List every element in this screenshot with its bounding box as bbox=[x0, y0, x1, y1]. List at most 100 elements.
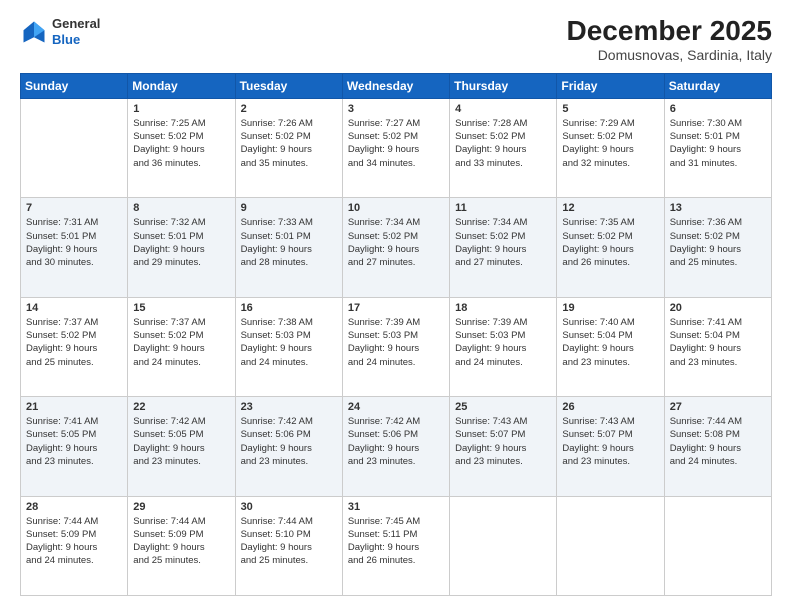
day-number: 29 bbox=[133, 501, 229, 513]
calendar-cell bbox=[557, 496, 664, 595]
calendar-header-row: SundayMondayTuesdayWednesdayThursdayFrid… bbox=[21, 73, 772, 98]
calendar-week-row: 28Sunrise: 7:44 AM Sunset: 5:09 PM Dayli… bbox=[21, 496, 772, 595]
calendar-cell: 27 Sunrise: 7:44 AM Sunset: 5:08 PM Dayli… bbox=[664, 397, 771, 496]
day-info: Sunrise: 7:29 AM Sunset: 5:02 PM Dayligh… bbox=[562, 117, 658, 170]
calendar-cell: 16Sunrise: 7:38 AM Sunset: 5:03 PM Dayli… bbox=[235, 297, 342, 396]
day-number: 3 bbox=[348, 103, 444, 115]
logo-icon bbox=[20, 18, 48, 46]
calendar-cell: 22 Sunrise: 7:42 AM Sunset: 5:05 PM Dayli… bbox=[128, 397, 235, 496]
day-number: 13 bbox=[670, 202, 766, 214]
day-info: Sunrise: 7:42 AM Sunset: 5:06 PM Dayligh… bbox=[348, 415, 444, 468]
col-header-sunday: Sunday bbox=[21, 73, 128, 98]
calendar-cell: 31 Sunrise: 7:45 AM Sunset: 5:11 PM Dayli… bbox=[342, 496, 449, 595]
day-number: 11 bbox=[455, 202, 551, 214]
day-info: Sunrise: 7:44 AM Sunset: 5:08 PM Dayligh… bbox=[670, 415, 766, 468]
col-header-monday: Monday bbox=[128, 73, 235, 98]
day-info: Sunrise: 7:41 AM Sunset: 5:05 PM Dayligh… bbox=[26, 415, 122, 468]
day-number: 19 bbox=[562, 302, 658, 314]
day-info: Sunrise: 7:34 AM Sunset: 5:02 PM Dayligh… bbox=[348, 216, 444, 269]
day-info: Sunrise: 7:43 AM Sunset: 5:07 PM Dayligh… bbox=[562, 415, 658, 468]
day-info: Sunrise: 7:31 AM Sunset: 5:01 PM Dayligh… bbox=[26, 216, 122, 269]
day-info: Sunrise: 7:43 AM Sunset: 5:07 PM Dayligh… bbox=[455, 415, 551, 468]
day-number: 4 bbox=[455, 103, 551, 115]
day-info: Sunrise: 7:42 AM Sunset: 5:05 PM Dayligh… bbox=[133, 415, 229, 468]
day-info: Sunrise: 7:34 AM Sunset: 5:02 PM Dayligh… bbox=[455, 216, 551, 269]
calendar-week-row: 1Sunrise: 7:25 AM Sunset: 5:02 PM Daylig… bbox=[21, 98, 772, 197]
calendar-cell: 18Sunrise: 7:39 AM Sunset: 5:03 PM Dayli… bbox=[450, 297, 557, 396]
day-number: 10 bbox=[348, 202, 444, 214]
col-header-tuesday: Tuesday bbox=[235, 73, 342, 98]
calendar-cell: 30 Sunrise: 7:44 AM Sunset: 5:10 PM Dayli… bbox=[235, 496, 342, 595]
calendar-cell: 7 Sunrise: 7:31 AM Sunset: 5:01 PM Daylig… bbox=[21, 198, 128, 297]
calendar-cell: 2 Sunrise: 7:26 AM Sunset: 5:02 PM Daylig… bbox=[235, 98, 342, 197]
calendar-cell: 15Sunrise: 7:37 AM Sunset: 5:02 PM Dayli… bbox=[128, 297, 235, 396]
day-number: 23 bbox=[241, 401, 337, 413]
col-header-friday: Friday bbox=[557, 73, 664, 98]
calendar-cell: 1Sunrise: 7:25 AM Sunset: 5:02 PM Daylig… bbox=[128, 98, 235, 197]
day-info: Sunrise: 7:30 AM Sunset: 5:01 PM Dayligh… bbox=[670, 117, 766, 170]
calendar-cell: 19 Sunrise: 7:40 AM Sunset: 5:04 PM Dayli… bbox=[557, 297, 664, 396]
calendar-table: SundayMondayTuesdayWednesdayThursdayFrid… bbox=[20, 73, 772, 596]
calendar-cell: 21Sunrise: 7:41 AM Sunset: 5:05 PM Dayli… bbox=[21, 397, 128, 496]
calendar-cell bbox=[21, 98, 128, 197]
logo-general: General bbox=[52, 16, 100, 32]
col-header-saturday: Saturday bbox=[664, 73, 771, 98]
calendar-cell: 10 Sunrise: 7:34 AM Sunset: 5:02 PM Dayli… bbox=[342, 198, 449, 297]
day-number: 16 bbox=[241, 302, 337, 314]
calendar-cell: 24 Sunrise: 7:42 AM Sunset: 5:06 PM Dayli… bbox=[342, 397, 449, 496]
day-number: 22 bbox=[133, 401, 229, 413]
page: General Blue December 2025 Domusnovas, S… bbox=[0, 0, 792, 612]
calendar-cell: 26 Sunrise: 7:43 AM Sunset: 5:07 PM Dayli… bbox=[557, 397, 664, 496]
day-number: 30 bbox=[241, 501, 337, 513]
day-number: 25 bbox=[455, 401, 551, 413]
day-number: 12 bbox=[562, 202, 658, 214]
day-number: 31 bbox=[348, 501, 444, 513]
day-info: Sunrise: 7:35 AM Sunset: 5:02 PM Dayligh… bbox=[562, 216, 658, 269]
title-block: December 2025 Domusnovas, Sardinia, Ital… bbox=[567, 16, 772, 63]
calendar-cell bbox=[450, 496, 557, 595]
calendar-cell: 12 Sunrise: 7:35 AM Sunset: 5:02 PM Dayli… bbox=[557, 198, 664, 297]
calendar-cell: 4 Sunrise: 7:28 AM Sunset: 5:02 PM Daylig… bbox=[450, 98, 557, 197]
logo-blue: Blue bbox=[52, 32, 100, 48]
day-number: 5 bbox=[562, 103, 658, 115]
day-number: 7 bbox=[26, 202, 122, 214]
col-header-thursday: Thursday bbox=[450, 73, 557, 98]
day-info: Sunrise: 7:40 AM Sunset: 5:04 PM Dayligh… bbox=[562, 316, 658, 369]
day-info: Sunrise: 7:44 AM Sunset: 5:10 PM Dayligh… bbox=[241, 515, 337, 568]
logo-text: General Blue bbox=[52, 16, 100, 47]
logo: General Blue bbox=[20, 16, 100, 47]
day-info: Sunrise: 7:33 AM Sunset: 5:01 PM Dayligh… bbox=[241, 216, 337, 269]
day-number: 2 bbox=[241, 103, 337, 115]
calendar-cell: 3Sunrise: 7:27 AM Sunset: 5:02 PM Daylig… bbox=[342, 98, 449, 197]
day-info: Sunrise: 7:44 AM Sunset: 5:09 PM Dayligh… bbox=[26, 515, 122, 568]
calendar-cell: 25 Sunrise: 7:43 AM Sunset: 5:07 PM Dayli… bbox=[450, 397, 557, 496]
calendar-cell: 6Sunrise: 7:30 AM Sunset: 5:01 PM Daylig… bbox=[664, 98, 771, 197]
day-info: Sunrise: 7:25 AM Sunset: 5:02 PM Dayligh… bbox=[133, 117, 229, 170]
day-number: 15 bbox=[133, 302, 229, 314]
col-header-wednesday: Wednesday bbox=[342, 73, 449, 98]
day-info: Sunrise: 7:39 AM Sunset: 5:03 PM Dayligh… bbox=[455, 316, 551, 369]
calendar-week-row: 21Sunrise: 7:41 AM Sunset: 5:05 PM Dayli… bbox=[21, 397, 772, 496]
calendar-cell: 20 Sunrise: 7:41 AM Sunset: 5:04 PM Dayli… bbox=[664, 297, 771, 396]
day-number: 8 bbox=[133, 202, 229, 214]
day-info: Sunrise: 7:39 AM Sunset: 5:03 PM Dayligh… bbox=[348, 316, 444, 369]
calendar-cell: 23 Sunrise: 7:42 AM Sunset: 5:06 PM Dayli… bbox=[235, 397, 342, 496]
day-number: 24 bbox=[348, 401, 444, 413]
calendar-week-row: 7 Sunrise: 7:31 AM Sunset: 5:01 PM Daylig… bbox=[21, 198, 772, 297]
day-number: 26 bbox=[562, 401, 658, 413]
day-info: Sunrise: 7:36 AM Sunset: 5:02 PM Dayligh… bbox=[670, 216, 766, 269]
day-info: Sunrise: 7:41 AM Sunset: 5:04 PM Dayligh… bbox=[670, 316, 766, 369]
calendar-cell: 13 Sunrise: 7:36 AM Sunset: 5:02 PM Dayli… bbox=[664, 198, 771, 297]
header: General Blue December 2025 Domusnovas, S… bbox=[20, 16, 772, 63]
day-number: 20 bbox=[670, 302, 766, 314]
calendar-cell: 14Sunrise: 7:37 AM Sunset: 5:02 PM Dayli… bbox=[21, 297, 128, 396]
day-number: 27 bbox=[670, 401, 766, 413]
day-number: 14 bbox=[26, 302, 122, 314]
day-info: Sunrise: 7:42 AM Sunset: 5:06 PM Dayligh… bbox=[241, 415, 337, 468]
day-info: Sunrise: 7:45 AM Sunset: 5:11 PM Dayligh… bbox=[348, 515, 444, 568]
location-subtitle: Domusnovas, Sardinia, Italy bbox=[567, 47, 772, 63]
calendar-cell: 28Sunrise: 7:44 AM Sunset: 5:09 PM Dayli… bbox=[21, 496, 128, 595]
day-info: Sunrise: 7:28 AM Sunset: 5:02 PM Dayligh… bbox=[455, 117, 551, 170]
calendar-cell: 29Sunrise: 7:44 AM Sunset: 5:09 PM Dayli… bbox=[128, 496, 235, 595]
day-info: Sunrise: 7:26 AM Sunset: 5:02 PM Dayligh… bbox=[241, 117, 337, 170]
